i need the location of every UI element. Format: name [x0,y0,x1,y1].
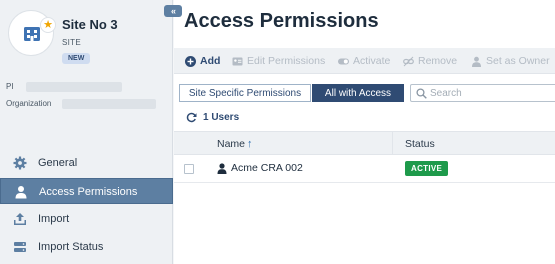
add-label: Add [200,55,221,67]
person-icon [15,186,27,199]
sidebar-item-label: General [38,157,78,169]
page-title: Access Permissions [184,10,379,32]
site-title: Site No 3 [62,17,118,32]
user-count-row: 1 Users [186,112,239,123]
edit-permissions-button[interactable]: Edit Permissions [232,55,325,67]
sort-ascending-icon: ↑ [247,138,253,150]
server-icon [14,242,26,252]
search-box [410,84,555,102]
sidebar-item-label: Import Status [38,241,104,253]
sidebar-item-import[interactable]: Import [0,206,173,232]
remove-button[interactable]: Remove [403,55,457,67]
search-icon [416,88,427,99]
add-button[interactable]: Add [185,55,220,67]
upload-icon [14,213,26,225]
site-type: SITE [62,38,81,47]
organization-label: Organization [6,99,52,108]
star-icon[interactable]: ★ [40,17,56,33]
toggle-icon [338,58,349,64]
sidebar-item-label: Access Permissions [39,186,138,198]
column-divider [392,132,393,156]
table-empty-area [174,184,555,264]
table-header: Name ↑ Status [174,131,555,156]
tab-site-specific-permissions[interactable]: Site Specific Permissions [179,84,311,102]
table-row[interactable]: Acme CRA 002 ACTIVE [174,155,555,183]
main-panel: Access Permissions Add Edit Permissions [174,0,555,264]
gear-icon [13,156,27,170]
edit-permissions-label: Edit Permissions [247,55,326,67]
column-header-name[interactable]: Name ↑ [217,138,253,150]
collapse-sidebar-button[interactable]: « [164,5,182,17]
building-icon [24,27,40,41]
pi-label: PI [6,82,14,91]
sidebar-item-label: Import [38,213,70,225]
set-as-owner-button[interactable]: Set as Owner [471,55,550,67]
organization-value-redacted [62,99,156,109]
sidebar-item-general[interactable]: General [0,150,173,176]
column-header-name-label: Name [217,138,246,150]
sidebar: ★ Site No 3 SITE NEW PI Organization Gen… [0,0,173,264]
toolbar: Add Edit Permissions Activate Remove Set… [174,48,555,74]
set-as-owner-label: Set as Owner [486,55,550,67]
pi-value-redacted [26,82,122,92]
person-icon [472,56,481,67]
sidebar-item-import-status[interactable]: Import Status [0,234,173,260]
activate-button[interactable]: Activate [338,55,390,67]
remove-label: Remove [418,55,458,67]
tab-all-with-access[interactable]: All with Access [312,84,404,102]
unlink-icon [403,56,414,66]
row-checkbox[interactable] [184,164,194,174]
row-name-cell: Acme CRA 002 [217,162,303,174]
activate-label: Activate [353,55,391,67]
user-icon [217,162,227,174]
user-name: Acme CRA 002 [231,162,303,174]
status-badge: NEW [62,53,91,64]
refresh-icon[interactable] [186,112,197,123]
user-count: 1 Users [203,112,240,123]
id-card-icon [232,57,243,65]
plus-circle-icon [185,55,196,67]
column-header-status[interactable]: Status [405,138,435,150]
sidebar-item-access-permissions[interactable]: Access Permissions [0,178,173,204]
status-badge: ACTIVE [405,161,449,176]
search-input[interactable] [430,86,550,100]
